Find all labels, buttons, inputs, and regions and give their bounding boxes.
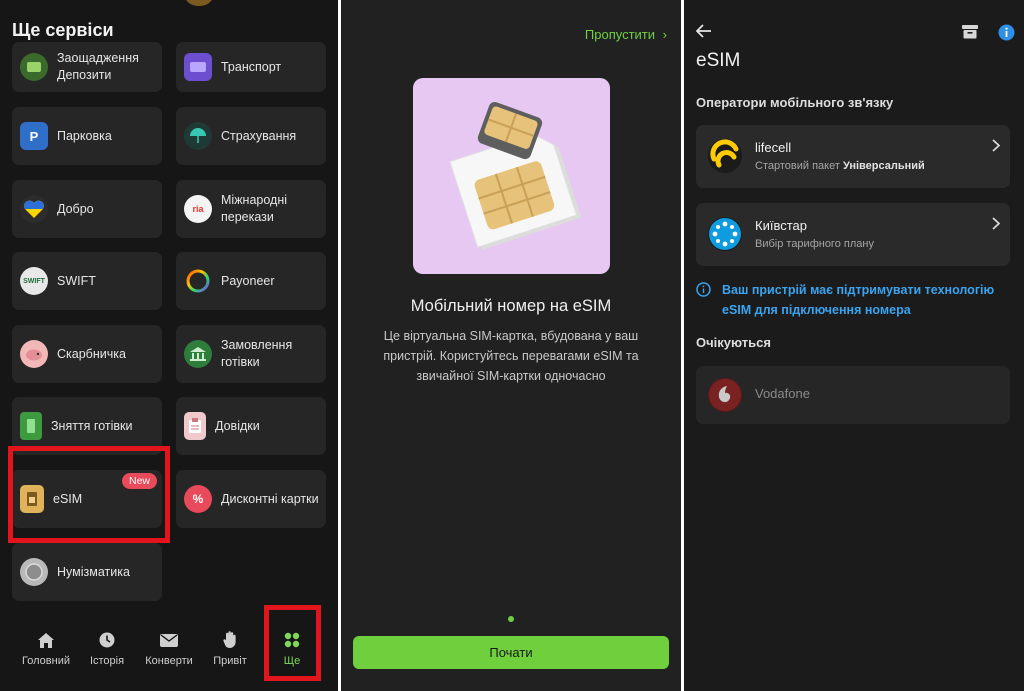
tile-label: Міжнародні перекази bbox=[221, 193, 288, 224]
ukraine-heart-icon bbox=[20, 195, 48, 223]
tile-certificates[interactable]: Довідки bbox=[176, 397, 326, 455]
esim-support-note: Ваш пристрій має підтримувати технологію… bbox=[722, 283, 995, 317]
tile-label: Payoneer bbox=[221, 273, 275, 288]
chevron-right-icon: › bbox=[662, 27, 667, 42]
kyivstar-logo-icon bbox=[708, 217, 742, 251]
back-arrow-icon[interactable] bbox=[695, 24, 712, 43]
tile-label: Добро bbox=[57, 201, 94, 216]
nav-hello[interactable]: Привіт bbox=[200, 630, 260, 667]
tile-piggy[interactable]: Скарбничка bbox=[12, 325, 162, 383]
archive-icon[interactable] bbox=[962, 24, 978, 44]
partial-icon bbox=[185, 0, 213, 6]
tile-dobro[interactable]: Добро bbox=[12, 180, 162, 238]
tile-label: Парковка bbox=[57, 128, 112, 143]
nav-label: Привіт bbox=[213, 655, 247, 667]
page-title: eSIM bbox=[696, 50, 741, 71]
tile-label: Замовлення готівки bbox=[221, 338, 293, 369]
page-indicator-dot bbox=[508, 616, 514, 622]
payoneer-icon bbox=[184, 267, 212, 295]
tile-deposits[interactable]: Заощадження Депозити bbox=[12, 42, 162, 92]
intro-title: Мобільний номер на eSIM bbox=[410, 297, 612, 315]
operator-subtitle: Стартовий пакет Універсальний bbox=[755, 160, 925, 172]
tile-label: Зняття готівки bbox=[51, 418, 133, 433]
info-outline-icon bbox=[696, 282, 711, 302]
lifecell-logo-icon bbox=[708, 139, 742, 173]
operator-card-lifecell[interactable]: lifecell Стартовий пакет Універсальний bbox=[696, 125, 1010, 188]
more-tab-highlight-box bbox=[264, 605, 321, 681]
nav-home[interactable]: Головний bbox=[16, 630, 76, 667]
operator-subtitle: Вибір тарифного плану bbox=[755, 238, 874, 250]
umbrella-icon bbox=[184, 122, 212, 150]
more-services-screen: Ще сервіси Заощадження Депозити P Парков… bbox=[0, 0, 338, 691]
tile-label: Скарбничка bbox=[57, 346, 126, 361]
operator-name: lifecell bbox=[755, 140, 792, 155]
skip-label: Пропустити bbox=[584, 27, 656, 42]
operator-name: Vodafone bbox=[755, 386, 810, 401]
tile-parking[interactable]: P Парковка bbox=[12, 107, 162, 165]
operator-card-vodafone: Vodafone bbox=[696, 366, 1010, 424]
operators-heading: Оператори мобільного зв'язку bbox=[696, 95, 894, 110]
atm-icon bbox=[20, 412, 42, 440]
nav-envelopes[interactable]: Конверти bbox=[139, 630, 199, 667]
expected-heading: Очікуються bbox=[696, 335, 771, 350]
chevron-right-icon bbox=[992, 217, 1001, 235]
page-title: Ще сервіси bbox=[12, 20, 114, 40]
tile-numismatics[interactable]: Нумізматика bbox=[12, 543, 162, 601]
ria-money-transfer-icon: ria bbox=[184, 195, 212, 223]
esim-intro-screen: Пропустити › Мобільний номер на eSIM Це … bbox=[341, 0, 681, 691]
tile-transport[interactable]: Транспорт bbox=[176, 42, 326, 92]
tile-label: Нумізматика bbox=[57, 564, 130, 579]
tile-label: Страхування bbox=[221, 128, 297, 143]
hand-wave-icon bbox=[200, 630, 260, 650]
clipboard-icon bbox=[184, 412, 206, 440]
tile-label: Заощадження Депозити bbox=[57, 51, 139, 82]
piggy-icon bbox=[20, 340, 48, 368]
vodafone-logo-icon bbox=[708, 378, 742, 412]
nav-history[interactable]: Історія bbox=[77, 630, 137, 667]
tile-label: Транспорт bbox=[221, 59, 282, 74]
coin-icon bbox=[20, 558, 48, 586]
tile-insurance[interactable]: Страхування bbox=[176, 107, 326, 165]
sim-card-illustration bbox=[413, 78, 610, 274]
piggy-bank-deposit-icon bbox=[20, 53, 48, 81]
nav-label: Головний bbox=[22, 655, 70, 667]
tile-label: Довідки bbox=[215, 418, 260, 433]
tile-international-transfers[interactable]: ria Міжнародні перекази bbox=[176, 180, 326, 238]
chevron-right-icon bbox=[992, 139, 1001, 157]
intro-description: Це віртуальна SIM-картка, вбудована у ва… bbox=[383, 329, 639, 383]
tile-swift[interactable]: SWIFT SWIFT bbox=[12, 252, 162, 310]
clock-icon bbox=[77, 630, 137, 650]
envelope-icon bbox=[139, 630, 199, 650]
info-icon[interactable] bbox=[998, 24, 1015, 46]
start-button[interactable]: Почати bbox=[353, 636, 669, 669]
discount-percent-icon: % bbox=[184, 485, 212, 513]
tile-label: Дисконтні картки bbox=[221, 491, 319, 506]
transport-ticket-icon bbox=[184, 53, 212, 81]
tile-payoneer[interactable]: Payoneer bbox=[176, 252, 326, 310]
nav-label: Конверти bbox=[145, 655, 193, 667]
operator-card-kyivstar[interactable]: Київстар Вибір тарифного плану bbox=[696, 203, 1010, 266]
swift-icon: SWIFT bbox=[20, 267, 48, 295]
tile-discount-cards[interactable]: % Дисконтні картки bbox=[176, 470, 326, 528]
tile-label: SWIFT bbox=[57, 273, 96, 288]
nav-label: Історія bbox=[89, 655, 125, 667]
home-icon bbox=[16, 630, 76, 650]
esim-highlight-box bbox=[8, 446, 170, 543]
tile-cash-order[interactable]: Замовлення готівки bbox=[176, 325, 326, 383]
operator-name: Київстар bbox=[755, 218, 807, 233]
bank-building-icon bbox=[184, 340, 212, 368]
esim-operators-screen: eSIM Оператори мобільного зв'язку lifece… bbox=[684, 0, 1024, 691]
skip-link[interactable]: Пропустити › bbox=[585, 27, 667, 42]
parking-icon: P bbox=[20, 122, 48, 150]
